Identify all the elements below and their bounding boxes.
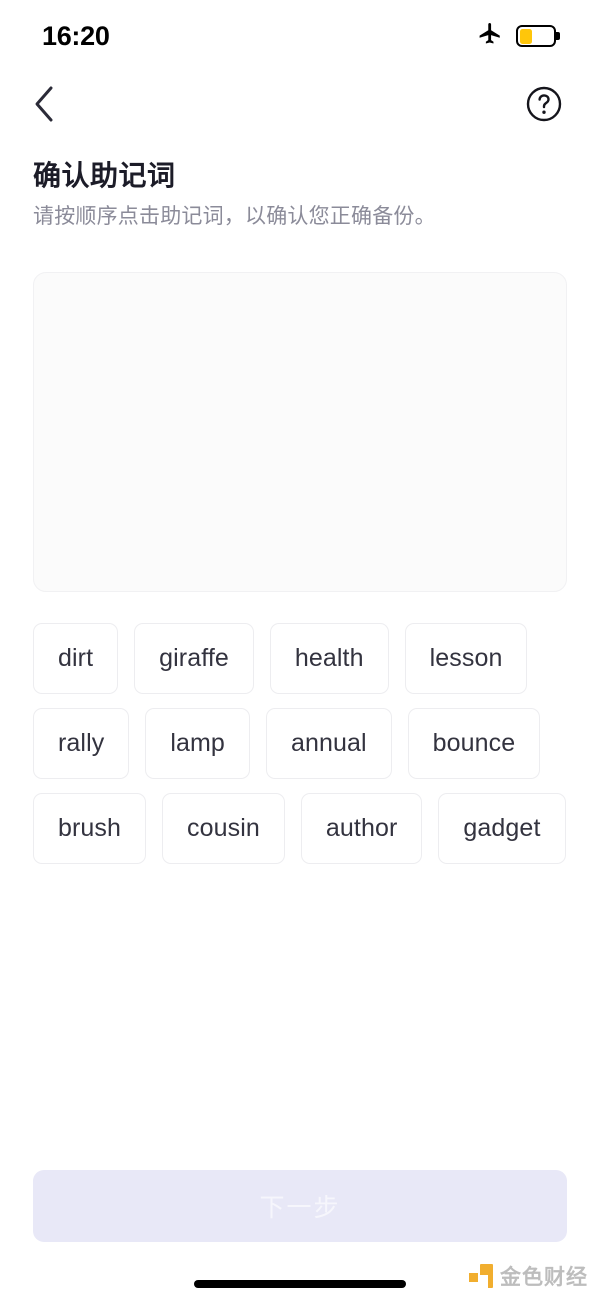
- status-time: 16:20: [42, 20, 110, 51]
- word-chip[interactable]: rally: [33, 708, 130, 779]
- watermark-text: 金色财经: [500, 1266, 588, 1289]
- airplane-icon: [477, 21, 503, 52]
- status-indicators: [477, 21, 560, 52]
- battery-icon: [516, 25, 560, 47]
- word-chip[interactable]: gadget: [438, 793, 566, 864]
- status-bar: 16:20: [0, 0, 600, 72]
- word-chip[interactable]: lamp: [145, 708, 250, 779]
- question-circle-icon: [525, 85, 563, 128]
- word-chip[interactable]: annual: [265, 708, 392, 779]
- selected-words-area[interactable]: [33, 272, 567, 592]
- chevron-left-icon: [32, 85, 56, 128]
- watermark: 金色财经: [469, 1261, 588, 1291]
- page-heading: 确认助记词 请按顺序点击助记词，以确认您正确备份。: [33, 158, 573, 232]
- app-screen: 16:20 确认助记词 请按顺序点击助记词，以确认您正确备份。 dirt gir…: [0, 0, 600, 1299]
- home-indicator: [194, 1280, 406, 1288]
- word-chip[interactable]: lesson: [404, 623, 528, 694]
- back-button[interactable]: [22, 84, 66, 128]
- word-chip[interactable]: health: [269, 623, 389, 694]
- help-button[interactable]: [522, 84, 566, 128]
- watermark-logo-icon: [469, 1264, 493, 1288]
- word-chip[interactable]: cousin: [162, 793, 285, 864]
- word-pool: dirt giraffe health lesson rally lamp annual bo…: [33, 623, 573, 864]
- next-button[interactable]: 下一步: [33, 1170, 567, 1242]
- word-chip[interactable]: author: [300, 793, 423, 864]
- word-chip[interactable]: bounce: [407, 708, 541, 779]
- word-chip[interactable]: dirt: [33, 623, 119, 694]
- nav-bar: [0, 78, 600, 134]
- page-subtitle: 请按顺序点击助记词，以确认您正确备份。: [33, 205, 436, 229]
- page-title: 确认助记词: [33, 160, 176, 191]
- word-chip[interactable]: brush: [33, 793, 147, 864]
- word-chip[interactable]: giraffe: [134, 623, 254, 694]
